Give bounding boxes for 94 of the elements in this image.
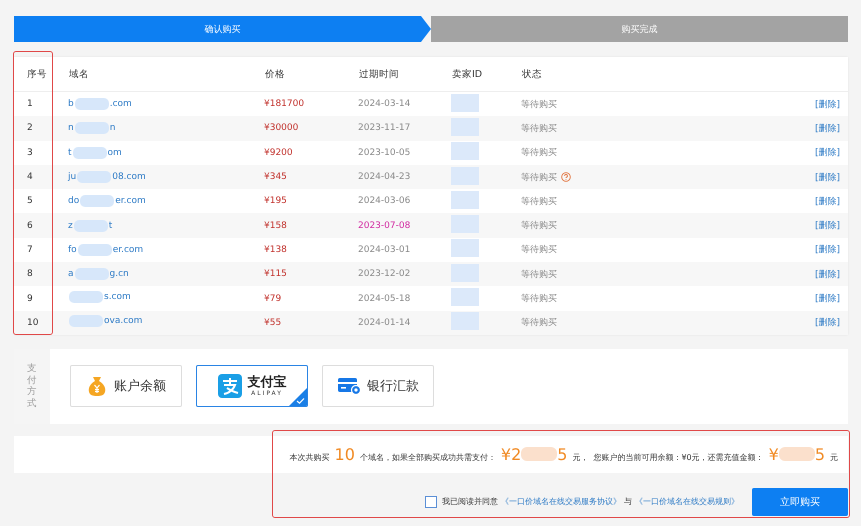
domain-link[interactable]: do er.com	[68, 195, 146, 208]
price-cell-text: ¥79	[264, 292, 282, 306]
buy-now-button[interactable]: 立即购买	[752, 488, 848, 516]
delete-link[interactable]: [删除]	[814, 172, 840, 183]
delete-link[interactable]: [删除]	[814, 100, 840, 110]
expiry-cell: 2024-05-18	[358, 286, 451, 311]
selected-check-icon	[289, 388, 307, 406]
price-cell: ¥181700	[264, 92, 358, 116]
price-cell: ¥55	[264, 310, 358, 335]
price-cell: ¥158	[264, 213, 358, 238]
status-text: 等待购买	[521, 270, 557, 280]
delete-link[interactable]: [删除]	[814, 196, 840, 207]
status-text: 等待购买	[521, 148, 557, 158]
payment-label: 支付方式	[14, 348, 50, 424]
expiry-cell: 2023-07-08	[358, 213, 451, 238]
progress-step: 购买完成	[431, 16, 848, 42]
agreement-link[interactable]: 《一口价域名在线交易规则》	[635, 496, 739, 508]
help-icon[interactable]	[561, 172, 571, 182]
status-text: 等待购买	[521, 100, 557, 110]
payment-option[interactable]: 账户余额	[70, 365, 182, 408]
redacted-block	[451, 312, 479, 330]
expiry-cell: 2023-10-05	[358, 140, 451, 165]
summary-text: 元，	[572, 452, 588, 463]
table-cell: 8	[14, 262, 68, 286]
expiry-cell: 2023-11-17	[358, 116, 451, 141]
agree-checkbox[interactable]	[425, 496, 437, 508]
expiry-cell: 2024-03-14	[358, 92, 451, 116]
table-cell: 6	[14, 213, 68, 238]
delete-link[interactable]: [删除]	[814, 124, 840, 134]
redacted-block	[451, 166, 479, 185]
summary-text: 个域名，如果全部购买成功共需支付：	[360, 452, 496, 463]
status-text: 等待购买	[521, 294, 557, 304]
status-text: 等待购买	[521, 172, 557, 183]
delete-link[interactable]: [删除]	[814, 294, 840, 304]
redacted-block	[451, 118, 479, 136]
table-cell: 2	[14, 116, 68, 141]
table-cell: 5	[14, 189, 68, 214]
table-cell: 1	[14, 92, 68, 116]
column-header: 价格	[264, 57, 358, 92]
table-cell: 7	[14, 238, 68, 262]
column-header: 域名	[68, 57, 264, 92]
status-text: 等待购买	[521, 124, 557, 134]
alipay-logo-icon	[218, 374, 242, 398]
column-header: 过期时间	[358, 57, 451, 92]
redacted-block	[451, 190, 479, 209]
expiry-cell: 2024-04-23	[358, 164, 451, 190]
redacted-block	[451, 142, 479, 160]
table-cell: 3	[14, 140, 68, 165]
redacted-block	[451, 94, 479, 112]
column-header: 序号	[14, 57, 68, 92]
table-cell: 10	[14, 310, 68, 335]
column-header: 卖家ID	[451, 57, 521, 92]
delete-link[interactable]: [删除]	[814, 318, 840, 328]
redacted-block	[451, 264, 479, 282]
domain-link[interactable]: fo er.com	[68, 244, 144, 256]
status-text: 等待购买	[521, 318, 557, 328]
expiry-cell: 2024-03-01	[358, 238, 451, 262]
expiry-cell: 2024-03-06	[358, 189, 451, 214]
agreement-link[interactable]: 《一口价域名在线交易服务协议》	[501, 496, 621, 508]
redacted-block	[451, 288, 479, 306]
column-header: 状态	[521, 57, 718, 92]
delete-link[interactable]: [删除]	[814, 270, 840, 280]
due-amount: ¥ 5	[768, 444, 825, 464]
expiry-cell: 2024-01-14	[358, 310, 451, 335]
summary-text: 本次共购买	[290, 452, 330, 463]
summary-text: 元	[830, 452, 838, 463]
price-cell: ¥138	[264, 238, 358, 262]
price-cell: ¥345	[264, 164, 358, 190]
status-text: 等待购买	[521, 221, 557, 232]
agree-text: 与	[624, 496, 632, 508]
table-cell-text: 9	[26, 292, 34, 306]
total-amount: ¥2 5	[500, 444, 568, 464]
bank-card-icon	[337, 376, 361, 396]
progress-step: 确认购买	[14, 16, 431, 42]
payment-option[interactable]: 银行汇款	[322, 365, 434, 408]
domain-count: 10	[334, 444, 355, 464]
redacted-block	[451, 239, 479, 258]
price-cell: ¥30000	[264, 116, 358, 141]
delete-link[interactable]: [删除]	[814, 148, 840, 158]
agree-text: 我已阅读并同意	[442, 496, 498, 508]
table-cell: 4	[14, 164, 68, 190]
domain-link[interactable]: ova.com	[68, 315, 142, 328]
money-bag-icon	[86, 375, 108, 398]
domain-link[interactable]: ju 08.com	[68, 171, 146, 184]
price-cell: ¥115	[264, 262, 358, 286]
price-cell: ¥9200	[264, 140, 358, 165]
delete-link[interactable]: [删除]	[814, 245, 840, 256]
status-text: 等待购买	[521, 196, 557, 207]
summary-text: 您账户的当前可用余额：¥0元，还需充值金额：	[593, 452, 764, 463]
expiry-cell: 2023-12-02	[358, 262, 451, 286]
redacted-block	[451, 215, 479, 234]
price-cell: ¥195	[264, 189, 358, 214]
status-text: 等待购买	[521, 245, 557, 256]
delete-link[interactable]: [删除]	[814, 221, 840, 232]
